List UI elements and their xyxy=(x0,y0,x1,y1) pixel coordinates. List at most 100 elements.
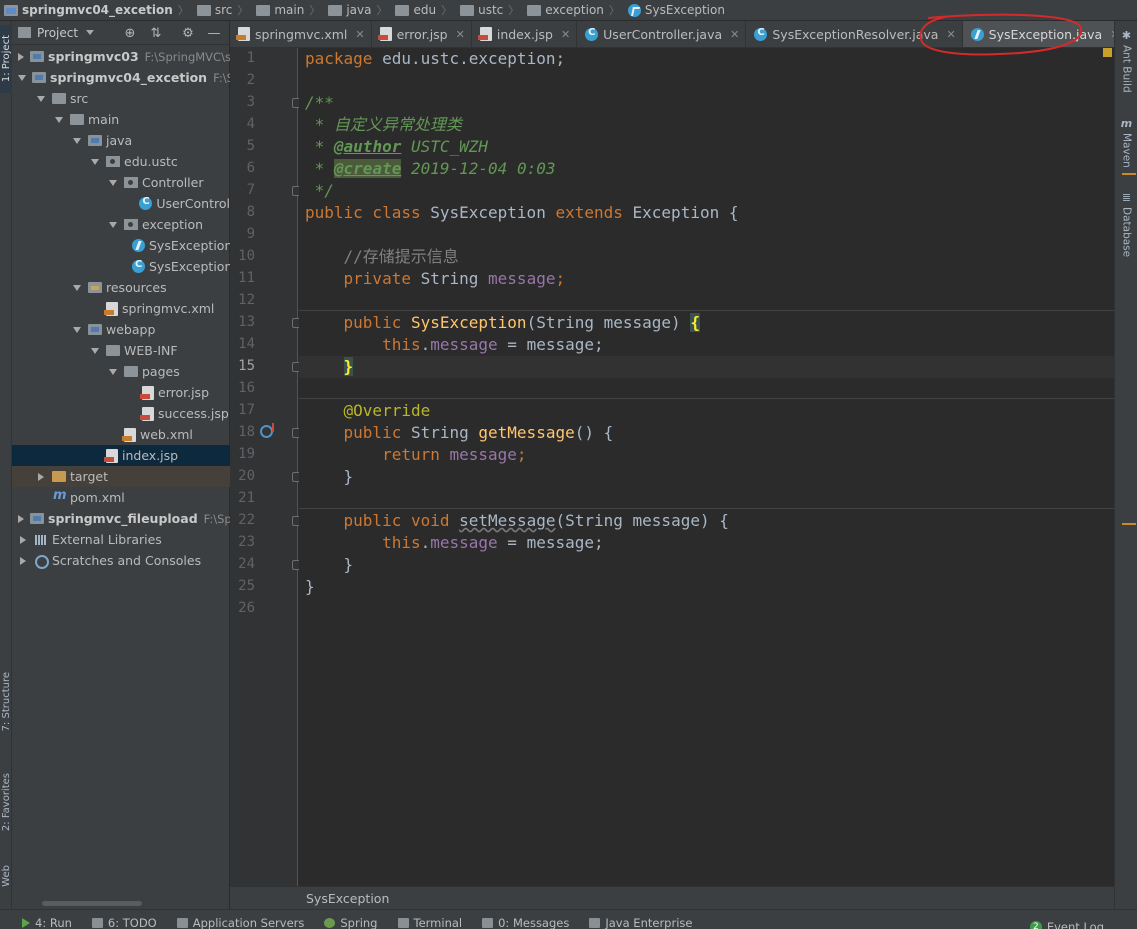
chevron-down-icon[interactable] xyxy=(90,346,100,356)
chevron-down-icon[interactable] xyxy=(36,94,46,104)
breadcrumb-item[interactable]: edu 〉 xyxy=(395,0,460,20)
todo-tool-button[interactable]: 6: TODO xyxy=(91,916,157,929)
line-number[interactable]: 17 xyxy=(230,402,255,418)
line-number[interactable]: 9 xyxy=(230,226,255,242)
tree-item[interactable]: springmvc03 F:\SpringMVC\sp xyxy=(12,46,230,67)
tree-item[interactable]: springmvc.xml xyxy=(12,298,230,319)
line-number[interactable]: 24 xyxy=(230,556,255,572)
run-tool-button[interactable]: 4: Run xyxy=(22,916,72,929)
tree-item[interactable]: pom.xml xyxy=(12,487,230,508)
chevron-down-icon[interactable] xyxy=(72,325,82,335)
line-number[interactable]: 1 xyxy=(230,50,255,66)
line-number[interactable]: 26 xyxy=(230,600,255,616)
tree-horizontal-scrollbar[interactable] xyxy=(42,901,142,906)
line-number[interactable]: 13 xyxy=(230,314,255,330)
tree-item[interactable]: src xyxy=(12,88,230,109)
chevron-right-icon[interactable] xyxy=(18,535,28,545)
line-number[interactable]: 18 xyxy=(230,424,255,440)
chevron-down-icon[interactable] xyxy=(108,367,118,377)
tree-item[interactable]: web.xml xyxy=(12,424,230,445)
web-tool-tab[interactable]: Web xyxy=(0,856,12,896)
line-number[interactable]: 15 xyxy=(230,358,255,374)
event-log-button[interactable]: 2 Event Log xyxy=(1029,920,1104,929)
collapse-all-icon[interactable]: ⇅ xyxy=(148,25,164,41)
inspection-status-icon[interactable] xyxy=(1103,48,1112,57)
line-number[interactable]: 21 xyxy=(230,490,255,506)
close-icon[interactable]: ✕ xyxy=(730,28,739,41)
tree-item[interactable]: UserControl xyxy=(12,193,230,214)
project-view-selector[interactable]: Project xyxy=(18,26,95,40)
tree-item[interactable]: WEB-INF xyxy=(12,340,230,361)
chevron-right-icon[interactable] xyxy=(36,472,46,482)
chevron-right-icon[interactable] xyxy=(18,52,24,62)
close-icon[interactable]: ✕ xyxy=(355,28,364,41)
chevron-down-icon[interactable] xyxy=(18,73,26,83)
structure-tool-tab[interactable]: 7: Structure xyxy=(0,661,12,743)
tree-item[interactable]: exception xyxy=(12,214,230,235)
tree-item[interactable]: springmvc04_excetion F:\Sprin xyxy=(12,67,230,88)
tree-item[interactable]: edu.ustc xyxy=(12,151,230,172)
tree-item[interactable]: pages xyxy=(12,361,230,382)
tree-item[interactable]: SysException xyxy=(12,256,230,277)
tree-item[interactable]: External Libraries xyxy=(12,529,230,550)
chevron-down-icon[interactable] xyxy=(54,115,64,125)
line-number[interactable]: 4 xyxy=(230,116,255,132)
line-number[interactable]: 2 xyxy=(230,72,255,88)
chevron-down-icon[interactable] xyxy=(108,220,118,230)
chevron-down-icon[interactable] xyxy=(108,178,118,188)
line-number[interactable]: 8 xyxy=(230,204,255,220)
tree-item[interactable]: webapp xyxy=(12,319,230,340)
warning-stripe[interactable] xyxy=(1122,523,1136,525)
messages-tool-button[interactable]: 0: Messages xyxy=(482,916,569,929)
line-number[interactable]: 19 xyxy=(230,446,255,462)
breadcrumb-item[interactable]: ustc 〉 xyxy=(460,0,527,20)
chevron-down-icon[interactable] xyxy=(90,157,100,167)
application-servers-button[interactable]: Application Servers xyxy=(176,916,304,929)
project-tool-tab[interactable]: 1: Project xyxy=(0,25,12,93)
chevron-down-icon[interactable] xyxy=(72,136,82,146)
database-tool-tab[interactable]: ≣ Database xyxy=(1115,191,1137,257)
line-number[interactable]: 11 xyxy=(230,270,255,286)
spring-tool-button[interactable]: Spring xyxy=(324,916,378,929)
hide-icon[interactable]: — xyxy=(206,25,222,41)
line-number[interactable]: 5 xyxy=(230,138,255,154)
editor-tab[interactable]: error.jsp ✕ xyxy=(372,21,472,47)
line-number[interactable]: 25 xyxy=(230,578,255,594)
breadcrumb-item[interactable]: exception 〉 xyxy=(527,0,628,20)
line-number[interactable]: 14 xyxy=(230,336,255,352)
java-enterprise-button[interactable]: Java Enterprise xyxy=(589,916,692,929)
line-number[interactable]: 6 xyxy=(230,160,255,176)
tree-item[interactable]: Scratches and Consoles xyxy=(12,550,230,571)
line-number[interactable]: 23 xyxy=(230,534,255,550)
gear-icon[interactable]: ⚙ xyxy=(180,25,196,41)
editor-tab[interactable]: UserController.java ✕ xyxy=(577,21,747,47)
editor-tab[interactable]: springmvc.xml ✕ xyxy=(230,21,372,47)
line-number[interactable]: 12 xyxy=(230,292,255,308)
editor-tab[interactable]: SysExceptionResolver.java ✕ xyxy=(746,21,963,47)
breadcrumb-item[interactable]: springmvc04_excetion 〉 xyxy=(4,0,197,20)
line-number[interactable]: 22 xyxy=(230,512,255,528)
line-number[interactable]: 16 xyxy=(230,380,255,396)
chevron-down-icon[interactable] xyxy=(72,283,82,293)
breadcrumb-item[interactable]: SysException xyxy=(627,0,727,20)
tree-item[interactable]: Controller xyxy=(12,172,230,193)
line-number[interactable]: 10 xyxy=(230,248,255,264)
chevron-right-icon[interactable] xyxy=(18,514,24,524)
code-editor[interactable]: package edu.ustc.exception; /** * 自定义异常处… xyxy=(299,48,1114,886)
favorites-tool-tab[interactable]: 2: Favorites xyxy=(0,761,12,843)
locate-icon[interactable]: ⊕ xyxy=(122,25,138,41)
tree-item[interactable]: main xyxy=(12,109,230,130)
breadcrumb-item[interactable]: java 〉 xyxy=(328,0,395,20)
tree-item[interactable]: springmvc_fileupload F:\Spri xyxy=(12,508,230,529)
tree-item[interactable]: SysException xyxy=(12,235,230,256)
line-number[interactable]: 20 xyxy=(230,468,255,484)
editor-tab[interactable]: index.jsp ✕ xyxy=(472,21,578,47)
close-icon[interactable]: ✕ xyxy=(561,28,570,41)
close-icon[interactable]: ✕ xyxy=(946,28,955,41)
editor-tab[interactable]: SysException.java✕ xyxy=(962,21,1114,47)
terminal-tool-button[interactable]: Terminal xyxy=(397,916,462,929)
tree-item[interactable]: target xyxy=(12,466,230,487)
warning-stripe[interactable] xyxy=(1122,173,1136,175)
tree-item[interactable]: success.jsp xyxy=(12,403,230,424)
tree-item[interactable]: index.jsp xyxy=(12,445,230,466)
